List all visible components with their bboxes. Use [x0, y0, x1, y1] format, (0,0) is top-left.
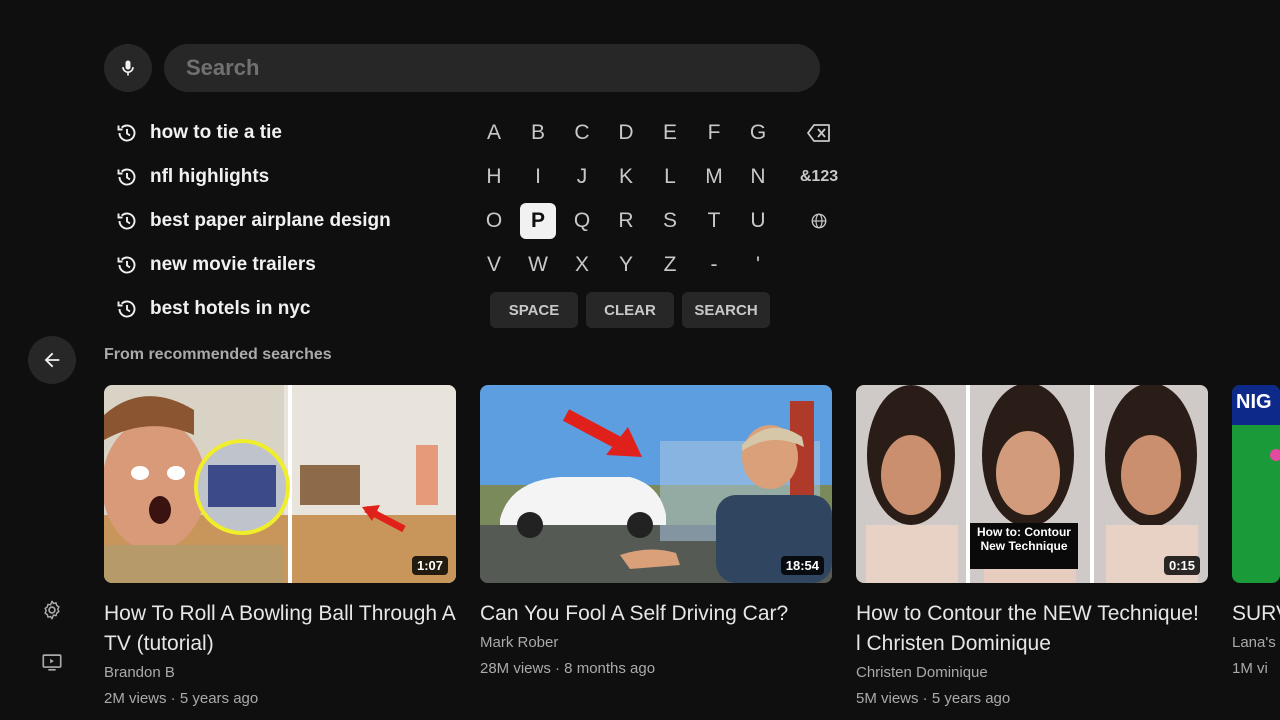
key[interactable]: Z	[652, 247, 688, 283]
video-card[interactable]: 1:07 How To Roll A Bowling Ball Through …	[104, 385, 456, 711]
settings-button[interactable]	[40, 598, 64, 622]
key[interactable]: A	[476, 115, 512, 151]
key[interactable]: X	[564, 247, 600, 283]
section-title: From recommended searches	[104, 346, 332, 363]
key[interactable]: K	[608, 159, 644, 195]
key[interactable]: S	[652, 203, 688, 239]
arrow-left-icon	[44, 352, 60, 368]
key[interactable]: N	[740, 159, 776, 195]
key[interactable]: T	[696, 203, 732, 239]
history-item[interactable]: best hotels in nyc	[104, 287, 391, 331]
history-item-label: nfl highlights	[150, 166, 270, 187]
voice-search-button[interactable]	[104, 44, 152, 92]
history-item[interactable]: best paper airplane design	[104, 199, 391, 243]
history-clock-icon	[104, 165, 150, 189]
on-screen-keyboard: A B C D E F G H I J K L M N O P Q R S T U V W X Y Z - '	[476, 111, 784, 287]
keyboard-row: ABCDEFG	[476, 111, 784, 155]
key[interactable]: Y	[608, 247, 644, 283]
key[interactable]: G	[740, 115, 776, 151]
key[interactable]: -	[696, 247, 732, 283]
video-card[interactable]: 18:54 Can You Fool A Self Driving Car? M…	[480, 385, 832, 711]
video-title: How To Roll A Bowling Ball Through A TV …	[104, 602, 455, 655]
video-thumbnail: How to: Contour New Technique 0:15	[856, 385, 1208, 583]
video-title: SURV BEAR	[1232, 599, 1280, 629]
key[interactable]: W	[520, 247, 556, 283]
history-item[interactable]: new movie trailers	[104, 243, 391, 287]
video-channel: Brandon B	[104, 664, 175, 681]
video-thumbnail: NIG	[1232, 385, 1280, 583]
back-button[interactable]	[28, 336, 76, 384]
history-clock-icon	[104, 253, 150, 277]
search-input[interactable]	[164, 44, 820, 92]
video-card[interactable]: How to: Contour New Technique 0:15 How t…	[856, 385, 1208, 711]
key[interactable]: H	[476, 159, 512, 195]
history-clock-icon	[104, 297, 150, 321]
key[interactable]: J	[564, 159, 600, 195]
thumbnail-overlay-text: How to: Contour New Technique	[977, 525, 1071, 553]
video-channel: Christen Dominique	[856, 664, 988, 681]
video-duration: 1:07	[411, 556, 448, 575]
youtube-tv-search-screen: how to tie a tie nfl highlights best pap…	[0, 0, 1280, 720]
history-item[interactable]: nfl highlights	[104, 155, 391, 199]
language-key[interactable]	[794, 203, 844, 239]
symbols-key[interactable]: &123	[794, 159, 844, 195]
history-item-label: new movie trailers	[150, 254, 316, 275]
history-item-label: best paper airplane design	[150, 210, 391, 231]
key[interactable]: L	[652, 159, 688, 195]
keyboard-row: V W X Y Z - '	[476, 243, 784, 287]
video-title: How to Contour the NEW Technique! l Chri…	[856, 602, 1199, 655]
video-thumbnail: 18:54	[480, 385, 832, 583]
backspace-key[interactable]	[794, 115, 844, 151]
video-duration: 18:54	[780, 556, 824, 575]
backspace-icon	[807, 124, 830, 142]
key[interactable]: M	[696, 159, 732, 195]
key[interactable]: V	[476, 247, 512, 283]
key[interactable]: B	[520, 115, 556, 151]
key[interactable]: I	[520, 159, 556, 195]
video-channel: Mark Rober	[480, 634, 559, 651]
video-card[interactable]: NIG SURV BEAR Lana's 1M vi	[1232, 385, 1280, 711]
tv-icon	[42, 654, 62, 671]
history-item[interactable]: how to tie a tie	[104, 111, 391, 155]
keyboard-row: HIJKLMN	[476, 155, 784, 199]
key[interactable]: F	[696, 115, 732, 151]
key[interactable]: E	[652, 115, 688, 151]
video-meta: 1M vi	[1232, 660, 1268, 677]
video-meta: 2M views · 5 years ago	[104, 690, 259, 707]
keyboard-actions: SPACE CLEAR SEARCH	[490, 292, 778, 328]
video-shelf: 1:07 How To Roll A Bowling Ball Through …	[104, 385, 1280, 711]
key[interactable]: C	[564, 115, 600, 151]
video-title-text: SURV BEAR	[1232, 602, 1280, 625]
key[interactable]: U	[740, 203, 776, 239]
space-key[interactable]: SPACE	[490, 292, 578, 328]
history-clock-icon	[104, 209, 150, 233]
thumbnail-overlay-text: NIG	[1236, 391, 1272, 413]
history-item-label: how to tie a tie	[150, 122, 282, 143]
history-clock-icon	[104, 121, 150, 145]
key[interactable]: R	[608, 203, 644, 239]
video-meta: 28M views · 8 months ago	[480, 660, 656, 677]
video-channel: Lana's	[1232, 634, 1276, 651]
keyboard-row: OPQRSTU	[476, 199, 784, 243]
key[interactable]: Q	[564, 203, 600, 239]
search-key[interactable]: SEARCH	[682, 292, 770, 328]
video-title: Can You Fool A Self Driving Car?	[480, 602, 789, 625]
cast-tv-button[interactable]	[40, 650, 64, 674]
history-item-label: best hotels in nyc	[150, 298, 311, 319]
video-thumbnail: 1:07	[104, 385, 456, 583]
microphone-icon	[122, 60, 134, 76]
video-meta: 5M views · 5 years ago	[856, 690, 1011, 707]
gear-icon	[44, 600, 60, 620]
clear-key[interactable]: CLEAR	[586, 292, 674, 328]
key[interactable]: P	[520, 203, 556, 239]
key[interactable]: O	[476, 203, 512, 239]
video-duration: 0:15	[1163, 556, 1200, 575]
key[interactable]: D	[608, 115, 644, 151]
globe-icon	[811, 213, 827, 229]
key[interactable]: '	[740, 247, 776, 283]
search-history-list: how to tie a tie nfl highlights best pap…	[104, 111, 391, 331]
